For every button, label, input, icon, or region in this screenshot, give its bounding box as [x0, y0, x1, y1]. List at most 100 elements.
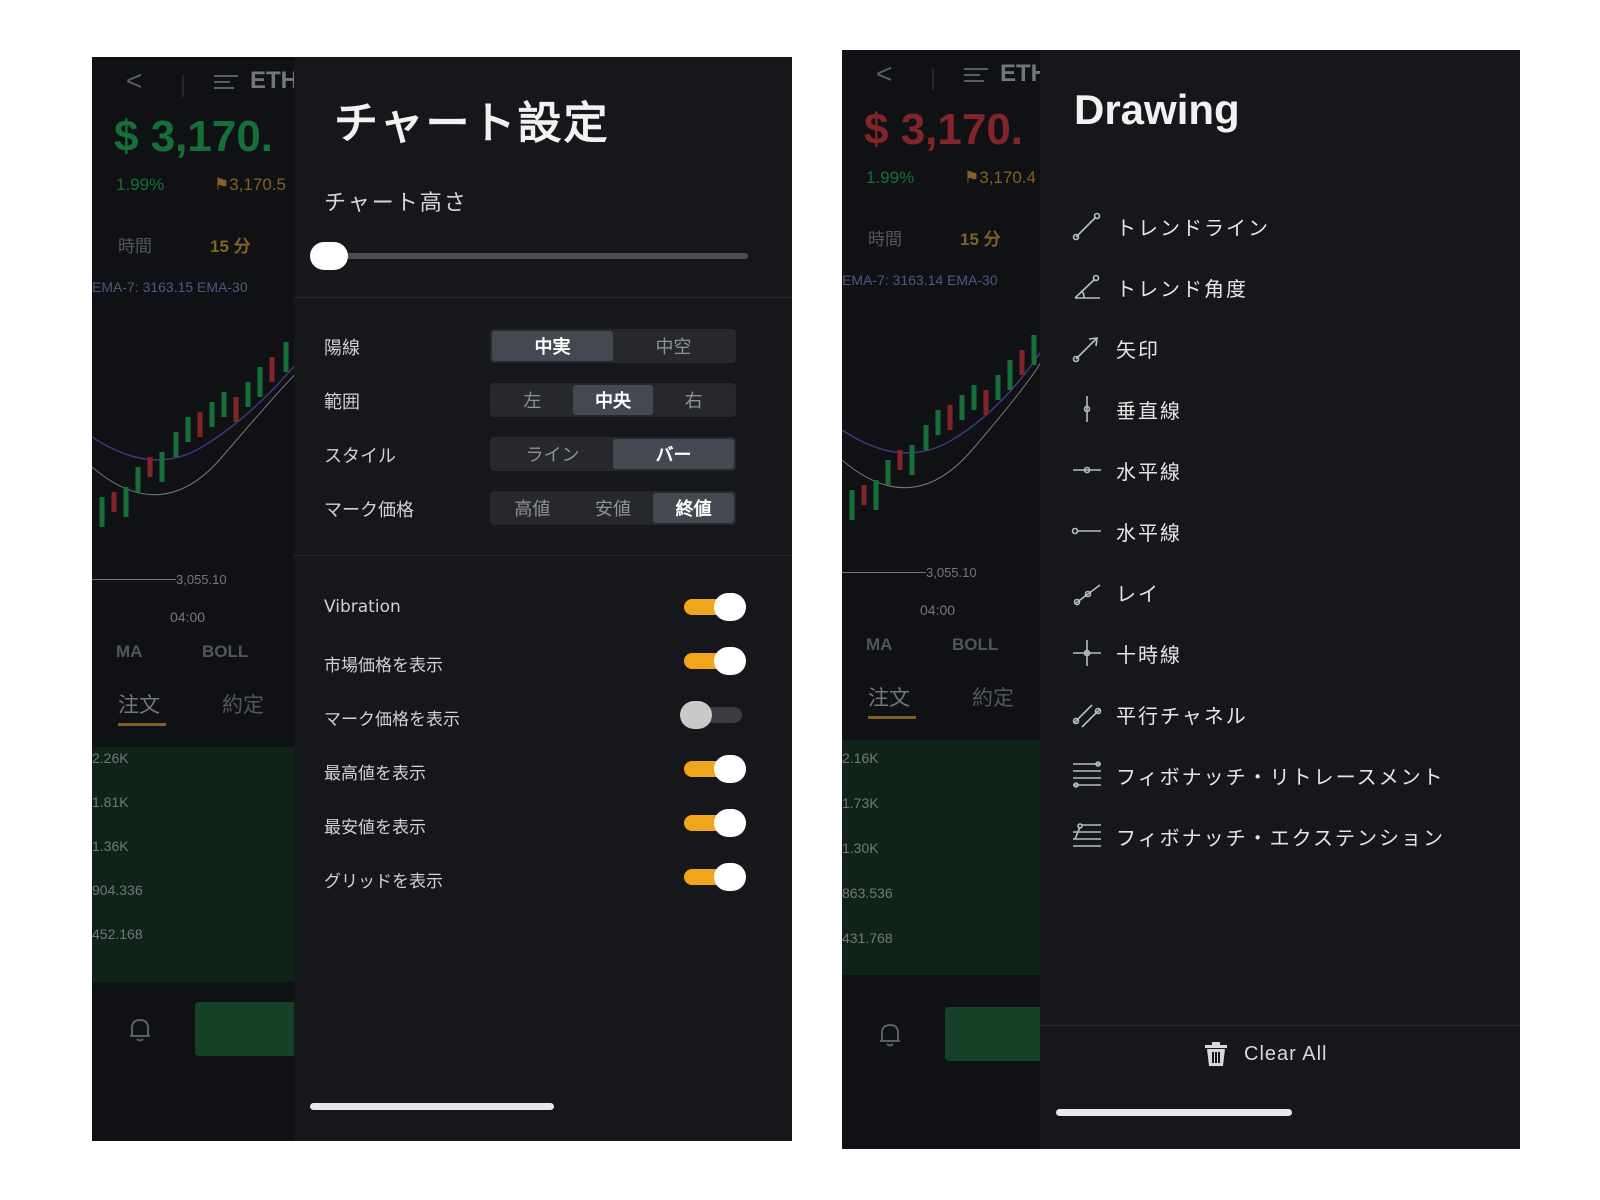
- section-divider: [1040, 1025, 1520, 1026]
- toggle-label: グリッドを表示: [324, 872, 443, 892]
- drawing-tool-item[interactable]: トレンドライン: [1070, 208, 1270, 244]
- bell-icon[interactable]: [128, 1017, 152, 1043]
- buy-button[interactable]: [945, 1007, 1042, 1061]
- toggle-switch[interactable]: [684, 809, 748, 837]
- chart-settings-panel: チャート設定 チャート高さ 陽線 中実 中空 範囲 左中央右スタイル ライン バー マーク価格…: [294, 57, 792, 1141]
- segment-option[interactable]: 右: [653, 385, 734, 415]
- toggle-switch[interactable]: [684, 863, 748, 891]
- back-chevron-icon[interactable]: <: [876, 58, 892, 90]
- time-axis-label: 04:00: [170, 609, 206, 625]
- ray-icon: [1073, 584, 1101, 606]
- horizontal-ray-icon: [1071, 527, 1101, 535]
- toggle-switch[interactable]: [684, 755, 748, 783]
- drawing-tool-label: レイ: [1116, 581, 1160, 606]
- toggle-switch[interactable]: [684, 647, 748, 675]
- menu-icon[interactable]: [214, 75, 238, 89]
- tab-trades[interactable]: 約定: [222, 689, 264, 719]
- price-level-line: [842, 572, 926, 573]
- depth-axis-label: 2.16K: [842, 750, 879, 766]
- phone-screen-chart-settings: < ETH $ 3,170. 1.99% ⚑3,170.5 時間 15 分 EM…: [92, 57, 792, 1141]
- depth-axis-label: 431.768: [842, 930, 893, 946]
- drawing-tool-item[interactable]: 水平線: [1070, 452, 1182, 488]
- trend-line-icon: [1072, 212, 1101, 241]
- drawing-tool-item[interactable]: レイ: [1070, 574, 1160, 610]
- depth-chart: [92, 747, 302, 982]
- segment-option[interactable]: 中実: [492, 331, 613, 361]
- background-trading-view: < ETH $ 3,170. 1.99% ⚑3,170.5 時間 15 分 EM…: [92, 57, 302, 1141]
- horizontal-line-icon: [1073, 466, 1101, 474]
- trend-angle-icon: [1074, 274, 1100, 299]
- time-label: 時間: [868, 230, 902, 249]
- menu-icon[interactable]: [964, 68, 988, 82]
- panel-title: チャート設定: [334, 98, 610, 149]
- bell-icon[interactable]: [878, 1022, 902, 1048]
- setting-label: 範囲: [324, 392, 360, 413]
- indicator-ma[interactable]: MA: [866, 635, 892, 655]
- back-chevron-icon[interactable]: <: [126, 65, 142, 97]
- segmented-control: 中実 中空: [490, 329, 736, 363]
- segment-option[interactable]: ライン: [492, 439, 613, 469]
- drawing-tool-item[interactable]: トレンド角度: [1070, 269, 1248, 305]
- depth-axis-label: 452.168: [92, 926, 143, 942]
- tab-orders[interactable]: 注文: [118, 689, 160, 719]
- drawing-tool-item[interactable]: 平行チャネル: [1070, 696, 1248, 732]
- indicator-boll[interactable]: BOLL: [202, 642, 248, 662]
- segment-option[interactable]: 高値: [492, 493, 573, 523]
- drawing-tool-item[interactable]: フィボナッチ・エクステンション: [1070, 818, 1445, 854]
- toggle-knob: [714, 755, 746, 783]
- header-divider: [182, 75, 184, 97]
- segment-option[interactable]: 安値: [573, 493, 654, 523]
- segmented-control: 高値 安値 終値: [490, 491, 736, 525]
- drawing-tool-item[interactable]: 矢印: [1070, 330, 1160, 366]
- drawing-tool-label: フィボナッチ・エクステンション: [1116, 825, 1445, 850]
- active-tab-underline: [118, 723, 166, 726]
- clear-all-button[interactable]: Clear All: [1202, 1040, 1327, 1068]
- depth-axis-label: 1.30K: [842, 840, 879, 856]
- chart-height-slider[interactable]: [330, 253, 748, 259]
- segment-option[interactable]: 左: [492, 385, 573, 415]
- depth-axis-label: 904.336: [92, 882, 143, 898]
- fib-retracement-icon: [1073, 761, 1101, 788]
- candlestick-chart: [842, 335, 1042, 520]
- segment-option[interactable]: 中空: [613, 331, 734, 361]
- home-indicator: [1056, 1109, 1292, 1116]
- trash-icon: [1205, 1042, 1227, 1066]
- time-interval[interactable]: 15 分: [960, 225, 1001, 250]
- drawing-tool-item[interactable]: フィボナッチ・リトレースメント: [1070, 757, 1445, 793]
- chart-height-slider-knob[interactable]: [310, 242, 348, 270]
- buy-button[interactable]: [195, 1002, 302, 1056]
- time-label: 時間: [118, 237, 152, 256]
- segment-option[interactable]: 終値: [653, 493, 735, 523]
- depth-axis-label: 1.73K: [842, 795, 879, 811]
- ema-readout: EMA-7: 3163.15 EMA-30: [92, 279, 248, 295]
- depth-axis-label: 2.26K: [92, 750, 129, 766]
- toggle-switch[interactable]: [680, 701, 748, 729]
- segment-option[interactable]: バー: [613, 439, 734, 469]
- setting-label: 陽線: [324, 338, 360, 359]
- header-divider: [932, 68, 934, 90]
- toggle-label: Vibration: [324, 597, 401, 617]
- toggle-switch[interactable]: [684, 593, 748, 621]
- drawing-tool-item[interactable]: 水平線: [1070, 513, 1182, 549]
- depth-axis-label: 1.81K: [92, 794, 129, 810]
- tab-trades[interactable]: 約定: [972, 682, 1014, 712]
- parallel-channel-icon: [1072, 704, 1102, 728]
- indicator-boll[interactable]: BOLL: [952, 635, 998, 655]
- drawing-tool-label: 矢印: [1116, 337, 1160, 362]
- price-value: $ 3,170.: [864, 105, 1024, 154]
- symbol-label: ETH: [250, 67, 298, 94]
- drawing-tool-label: トレンドライン: [1116, 215, 1270, 240]
- vertical-line-icon: [1083, 396, 1091, 422]
- tab-orders[interactable]: 注文: [868, 682, 910, 712]
- time-interval[interactable]: 15 分: [210, 232, 251, 257]
- toggle-label: 市場価格を表示: [324, 656, 443, 676]
- drawing-tool-label: 水平線: [1116, 459, 1182, 484]
- drawing-tool-item[interactable]: 垂直線: [1070, 391, 1182, 427]
- segment-option[interactable]: 中央: [572, 385, 654, 415]
- indicator-ma[interactable]: MA: [116, 642, 142, 662]
- price-level-label: 3,055.10: [176, 572, 227, 587]
- arrow-icon: [1072, 337, 1098, 363]
- background-trading-view: < ETH $ 3,170. 1.99% ⚑3,170.4 時間 15 分 EM…: [842, 50, 1042, 1149]
- price-value: $ 3,170.: [114, 112, 274, 161]
- drawing-tool-item[interactable]: 十時線: [1070, 635, 1182, 671]
